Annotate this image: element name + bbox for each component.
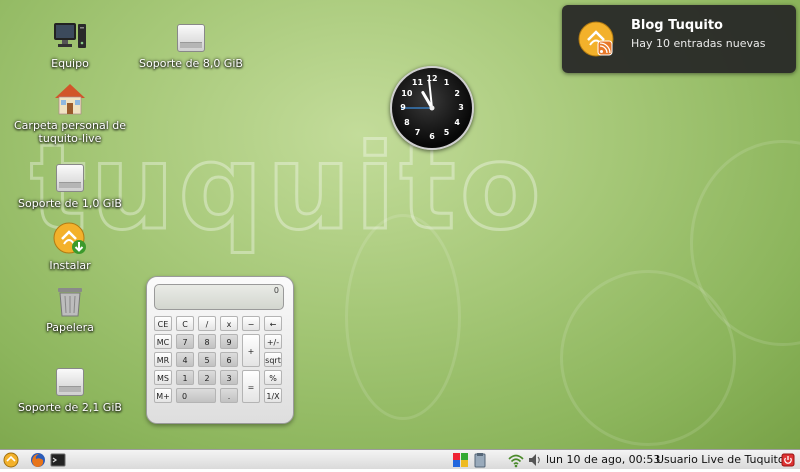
calc-key-plus[interactable]: +	[242, 334, 260, 367]
clock-number: 1	[443, 77, 450, 87]
notification-title: Blog Tuquito	[631, 18, 723, 33]
calc-key-backspace[interactable]: ←	[264, 316, 282, 331]
drive-icon	[173, 20, 209, 54]
drive-icon	[52, 160, 88, 194]
calc-key-percent[interactable]: %	[264, 370, 282, 385]
panel-user-name[interactable]: Usuario Live de Tuquito	[656, 453, 785, 466]
calc-key-3[interactable]: 3	[220, 370, 238, 385]
drive-icon	[52, 364, 88, 398]
calc-key-1[interactable]: 1	[176, 370, 194, 385]
desktop-icon-trash[interactable]: Papelera	[12, 284, 128, 334]
desktop-icon-drive-1gb[interactable]: Soporte de 1,0 GiB	[12, 160, 128, 210]
calc-key-8[interactable]: 8	[198, 334, 216, 349]
clock-number: 5	[443, 128, 450, 138]
menu-icon[interactable]	[3, 452, 19, 468]
clock-number: 4	[454, 117, 460, 127]
desktop[interactable]: tuquito Equipo Soporte de 8,0 GiB Carpet…	[0, 0, 800, 449]
desktop-icon-drive-2gb[interactable]: Soporte de 2,1 GiB	[12, 364, 128, 414]
calc-key-9[interactable]: 9	[220, 334, 238, 349]
calc-key-sign[interactable]: +/-	[264, 334, 282, 349]
clipboard-icon[interactable]	[473, 452, 487, 468]
calc-key-minus[interactable]: −	[242, 316, 260, 331]
calc-key-0[interactable]: 0	[176, 388, 216, 403]
install-icon	[52, 222, 88, 256]
clock-number: 6	[429, 132, 435, 141]
calc-key-sqrt[interactable]: sqrt	[264, 352, 282, 367]
calc-key-multiply[interactable]: x	[220, 316, 238, 331]
clock-number: 9	[400, 103, 406, 112]
calc-key-ms[interactable]: MS	[154, 370, 172, 385]
calc-key-7[interactable]: 7	[176, 334, 194, 349]
desktop-icon-label: Soporte de 8,0 GiB	[139, 57, 243, 70]
desktop-icon-label: Carpeta personal de tuquito-live	[14, 119, 126, 145]
rss-feed-icon	[578, 21, 614, 57]
calc-key-mc[interactable]: MC	[154, 334, 172, 349]
power-icon[interactable]	[781, 452, 795, 468]
desktop-icon-drive-8gb[interactable]: Soporte de 8,0 GiB	[133, 20, 249, 70]
home-folder-icon	[52, 82, 88, 116]
calc-key-equals[interactable]: =	[242, 370, 260, 403]
calculator-display: 0	[154, 284, 284, 310]
desktop-icon-label: Instalar	[49, 259, 91, 272]
analog-clock-widget[interactable]: 12 1 2 3 4 5 6 7 8 9 10 11	[390, 66, 474, 150]
calculator-widget[interactable]: 0 CE C / x − ← MC 7 8 9 + +/- MR 4 5 6 s…	[146, 276, 294, 424]
terminal-icon[interactable]	[50, 452, 66, 468]
desktop-icon-computer[interactable]: Equipo	[12, 20, 128, 70]
calc-key-c[interactable]: C	[176, 316, 194, 331]
desktop-icon-label: Papelera	[46, 321, 94, 334]
calc-key-5[interactable]: 5	[198, 352, 216, 367]
calc-key-2[interactable]: 2	[198, 370, 216, 385]
calc-key-mr[interactable]: MR	[154, 352, 172, 367]
clock-number: 3	[458, 103, 464, 112]
clock-number: 2	[454, 88, 460, 98]
desktop-icon-label: Soporte de 2,1 GiB	[18, 401, 122, 414]
volume-icon[interactable]	[528, 452, 542, 468]
computer-icon	[52, 20, 88, 54]
calc-key-divide[interactable]: /	[198, 316, 216, 331]
firefox-icon[interactable]	[30, 452, 46, 468]
desktop-icon-label: Soporte de 1,0 GiB	[18, 197, 122, 210]
clock-number: 8	[404, 117, 410, 127]
clock-number: 12	[426, 74, 438, 83]
calc-key-6[interactable]: 6	[220, 352, 238, 367]
panel-clock[interactable]: lun 10 de ago, 00:53	[546, 453, 660, 466]
update-icon[interactable]	[452, 452, 470, 468]
clock-number: 10	[401, 88, 413, 98]
clock-number: 7	[414, 128, 421, 138]
desktop-icon-install[interactable]: Instalar	[12, 222, 128, 272]
trash-icon	[52, 284, 88, 318]
notification-popup[interactable]: Blog Tuquito Hay 10 entradas nuevas	[562, 5, 796, 73]
notification-body: Hay 10 entradas nuevas	[631, 37, 766, 50]
network-icon[interactable]	[507, 452, 525, 468]
bottom-panel: lun 10 de ago, 00:53 Usuario Live de Tuq…	[0, 449, 800, 469]
calc-key-dot[interactable]: .	[220, 388, 238, 403]
calc-key-4[interactable]: 4	[176, 352, 194, 367]
calc-key-ce[interactable]: CE	[154, 316, 172, 331]
calc-key-inverse[interactable]: 1/X	[264, 388, 282, 403]
calc-key-mplus[interactable]: M+	[154, 388, 172, 403]
clock-number: 11	[411, 77, 424, 87]
desktop-icon-label: Equipo	[51, 57, 89, 70]
desktop-icon-home-folder[interactable]: Carpeta personal de tuquito-live	[12, 82, 128, 145]
